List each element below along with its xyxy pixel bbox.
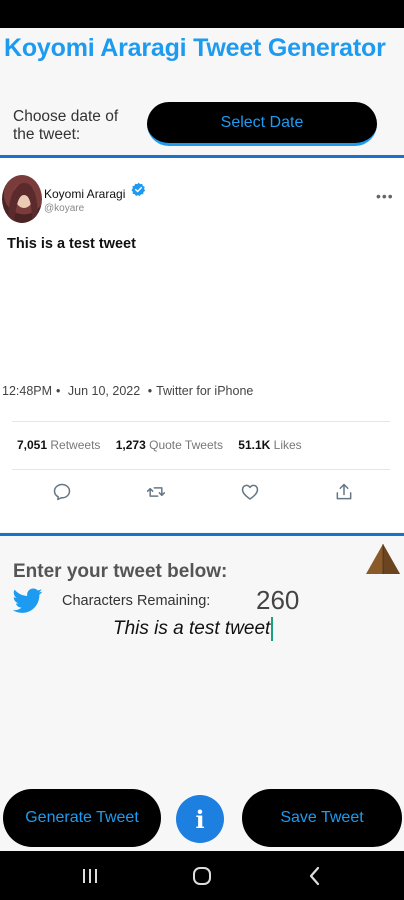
tweet-text: This is a test tweet	[7, 236, 136, 252]
save-tweet-button[interactable]: Save Tweet	[242, 789, 402, 847]
tweet-preview-card: Koyomi Araragi @koyare ••• This is a tes…	[0, 158, 404, 532]
characters-remaining-count: 260	[256, 585, 300, 615]
status-bar	[0, 0, 404, 28]
generate-tweet-button[interactable]: Generate Tweet	[3, 789, 161, 847]
home-icon[interactable]	[190, 864, 214, 888]
android-navigation-bar	[0, 851, 404, 900]
tweet-source: Twitter for iPhone	[156, 384, 254, 398]
tweet-meta: 12:48PM • Jun 10, 2022 • Twitter for iPhon…	[2, 384, 257, 398]
date-label: Choose date of the tweet:	[13, 108, 119, 143]
info-button[interactable]: i	[176, 795, 224, 843]
likes-count: 51.1K	[238, 438, 271, 452]
meta-separator: •	[56, 384, 61, 398]
back-icon[interactable]	[303, 864, 327, 888]
verified-badge-icon	[131, 182, 146, 196]
retweets-label: Retweets	[50, 438, 101, 452]
divider	[12, 469, 390, 470]
display-name: Koyomi Araragi	[44, 187, 126, 201]
composer-heading: Enter your tweet below:	[13, 561, 228, 582]
retweets-count: 7,051	[17, 438, 48, 452]
select-date-button[interactable]: Select Date	[147, 102, 377, 146]
quotes-count: 1,273	[115, 438, 146, 452]
quotes-label: Quote Tweets	[149, 438, 223, 452]
recent-apps-icon[interactable]	[78, 864, 102, 888]
handle: @koyare	[44, 203, 85, 214]
avatar	[2, 175, 42, 223]
app-title: Koyomi Araragi Tweet Generator	[4, 34, 386, 62]
tweet-date: Jun 10, 2022	[67, 384, 141, 398]
share-icon[interactable]	[334, 482, 354, 502]
likes-label: Likes	[273, 438, 302, 452]
tweet-stats: 7,051 Retweets 1,273 Quote Tweets 51.1K …	[17, 438, 314, 452]
more-options-icon[interactable]: •••	[376, 188, 394, 204]
divider	[12, 421, 390, 422]
tweet-input[interactable]: This is a test tweet	[113, 617, 274, 641]
divider	[0, 533, 404, 536]
meta-separator: •	[147, 384, 153, 398]
like-icon[interactable]	[240, 482, 260, 502]
twitter-bird-icon	[13, 588, 43, 613]
pyramid-icon[interactable]	[365, 543, 401, 575]
characters-remaining-label: Characters Remaining:	[62, 593, 211, 609]
tweet-time: 12:48PM	[2, 384, 53, 398]
reply-icon[interactable]	[52, 482, 72, 502]
retweet-icon[interactable]	[146, 482, 166, 502]
